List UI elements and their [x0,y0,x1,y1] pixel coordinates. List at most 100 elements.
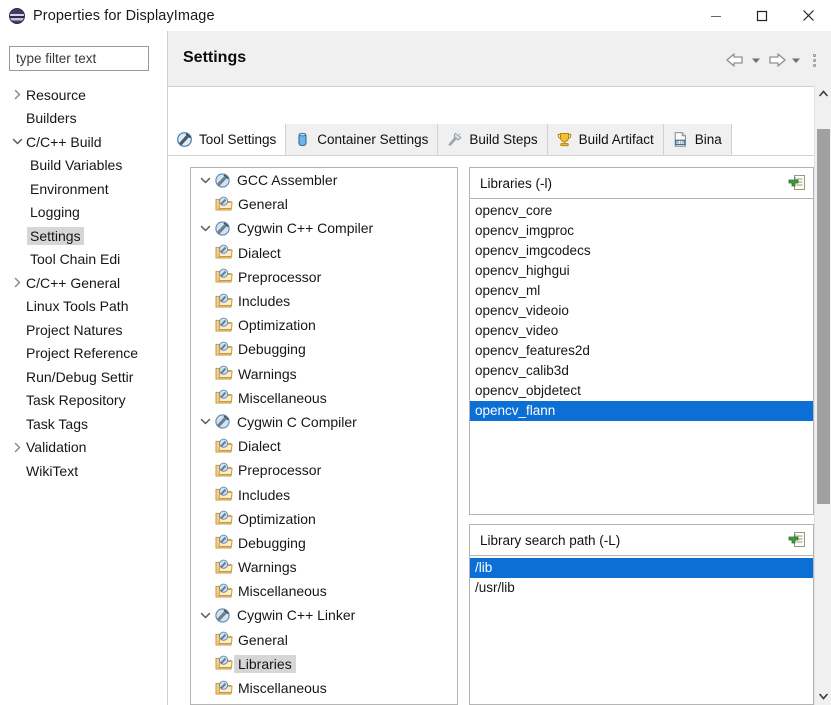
sidebar-item-run-debug-settir[interactable]: Run/Debug Settir [0,365,168,389]
sidebar-item-label: Logging [30,204,80,221]
folder-tool-icon [215,534,233,551]
sidebar-item-label: Settings [27,226,84,245]
tool-settings-icon [176,131,193,148]
forward-dropdown-icon[interactable] [788,51,804,69]
sidebar-item-tool-chain-edi[interactable]: Tool Chain Edi [0,248,168,272]
tool-tree-label: General [238,196,288,213]
chevron-down-icon[interactable] [197,610,214,621]
maximize-button[interactable] [739,0,785,31]
sidebar-item-task-repository[interactable]: Task Repository [0,389,168,413]
close-button[interactable] [785,0,831,31]
tool-tree-label: Cygwin C Compiler [237,413,357,430]
tab-build-steps[interactable]: Build Steps [438,124,548,155]
tool-tree-item[interactable]: Cygwin C++ Linker [191,603,457,627]
tab-build-artifact[interactable]: Build Artifact [547,124,664,155]
folder-tool-icon [215,680,233,697]
sidebar-item-label: Run/Debug Settir [26,368,134,385]
tool-tree-item[interactable]: Dialect [191,434,457,458]
list-item[interactable]: opencv_imgcodecs [470,241,813,261]
tool-tree-item[interactable]: Includes [191,482,457,506]
sidebar-item-project-reference[interactable]: Project Reference [0,342,168,366]
tool-tree-item[interactable]: Optimization [191,507,457,531]
chevron-right-icon[interactable] [8,271,26,294]
tool-tree-item[interactable]: Preprocessor [191,458,457,482]
sidebar-item-wikitext[interactable]: WikiText [0,459,168,483]
tool-tree-item[interactable]: General [191,192,457,216]
scroll-thumb[interactable] [817,129,830,504]
chevron-down-icon[interactable] [197,175,214,186]
chevron-down-icon[interactable] [197,223,214,234]
back-arrow-icon[interactable] [724,51,748,69]
tool-tree-item[interactable]: Libraries [191,652,457,676]
kebab-menu-icon[interactable] [804,49,824,71]
tool-tree-item[interactable]: Cygwin C Compiler [191,410,457,434]
sidebar-item-logging[interactable]: Logging [0,201,168,225]
tool-tree-label: Warnings [238,559,297,576]
tool-tree-item[interactable]: Miscellaneous [191,386,457,410]
scroll-down-button[interactable] [815,688,831,705]
libraries-list[interactable]: opencv_core opencv_imgproc opencv_imgcodec… [470,199,813,421]
library-search-path-panel: Library search path (-L) /lib/usr/lib [469,524,814,705]
sidebar-item-environment[interactable]: Environment [0,177,168,201]
tool-tree-item[interactable]: Miscellaneous [191,676,457,700]
sidebar-item-label: Validation [26,439,87,456]
tool-tree-label: Includes [238,486,291,503]
minimize-button[interactable] [693,0,739,31]
tab-bina[interactable]: 010 Bina [663,124,732,155]
tool-tree-item[interactable]: Includes [191,289,457,313]
sidebar-item-c-c-build[interactable]: C/C++ Build [0,130,168,154]
sidebar-item-task-tags[interactable]: Task Tags [0,412,168,436]
sidebar-item-resource[interactable]: Resource [0,83,168,107]
tool-tree-item[interactable]: Debugging [191,531,457,555]
tab-container-settings[interactable]: Container Settings [286,124,439,155]
list-item[interactable]: opencv_calib3d [470,361,813,381]
list-item[interactable]: opencv_imgproc [470,221,813,241]
filter-input[interactable]: type filter text [9,46,149,71]
list-item[interactable]: opencv_objdetect [470,381,813,401]
chevron-right-icon[interactable] [8,436,26,459]
list-item[interactable]: opencv_features2d [470,341,813,361]
sidebar-item-project-natures[interactable]: Project Natures [0,318,168,342]
tool-tree-item[interactable]: Dialect [191,241,457,265]
sidebar-item-linux-tools-path[interactable]: Linux Tools Path [0,295,168,319]
settings-header: Settings [168,31,831,87]
tool-tree-item[interactable]: Warnings [191,555,457,579]
chevron-right-icon[interactable] [8,83,26,106]
list-item[interactable]: /lib [470,558,813,578]
tool-icon [214,220,232,237]
forward-arrow-icon[interactable] [764,51,788,69]
tool-tree-item[interactable]: Miscellaneous [191,579,457,603]
sidebar-item-builders[interactable]: Builders [0,107,168,131]
back-dropdown-icon[interactable] [748,51,764,69]
list-item[interactable]: opencv_ml [470,281,813,301]
sidebar-item-validation[interactable]: Validation [0,436,168,460]
list-item[interactable]: opencv_video [470,321,813,341]
tool-tree-item[interactable]: Optimization [191,313,457,337]
tool-tree-item[interactable]: GCC Assembler [191,168,457,192]
search-path-list[interactable]: /lib/usr/lib [470,556,813,598]
sidebar-item-c-c-general[interactable]: C/C++ General [0,271,168,295]
add-item-icon[interactable] [788,530,807,549]
tool-tree-item[interactable]: Cygwin C++ Compiler [191,216,457,240]
vertical-scrollbar[interactable] [814,85,831,705]
chevron-down-icon[interactable] [8,130,26,153]
tool-tree-label: Dialect [238,244,281,261]
tool-tree-item[interactable]: Preprocessor [191,265,457,289]
scroll-up-button[interactable] [815,85,831,102]
title-bar: Properties for DisplayImage [0,0,831,31]
tab-tool-settings[interactable]: Tool Settings [168,124,287,155]
list-item[interactable]: opencv_videoio [470,301,813,321]
sidebar-item-settings[interactable]: Settings [0,224,168,248]
list-item[interactable]: opencv_core [470,201,813,221]
list-item[interactable]: /usr/lib [470,578,813,598]
sidebar-item-build-variables[interactable]: Build Variables [0,154,168,178]
tool-tree-item[interactable]: General [191,628,457,652]
tool-tree-item[interactable]: Debugging [191,337,457,361]
list-item[interactable]: opencv_flann [470,401,813,421]
tool-tree-item[interactable]: Warnings [191,362,457,386]
list-item[interactable]: opencv_highgui [470,261,813,281]
add-item-icon[interactable] [788,173,807,192]
chevron-down-icon[interactable] [197,416,214,427]
